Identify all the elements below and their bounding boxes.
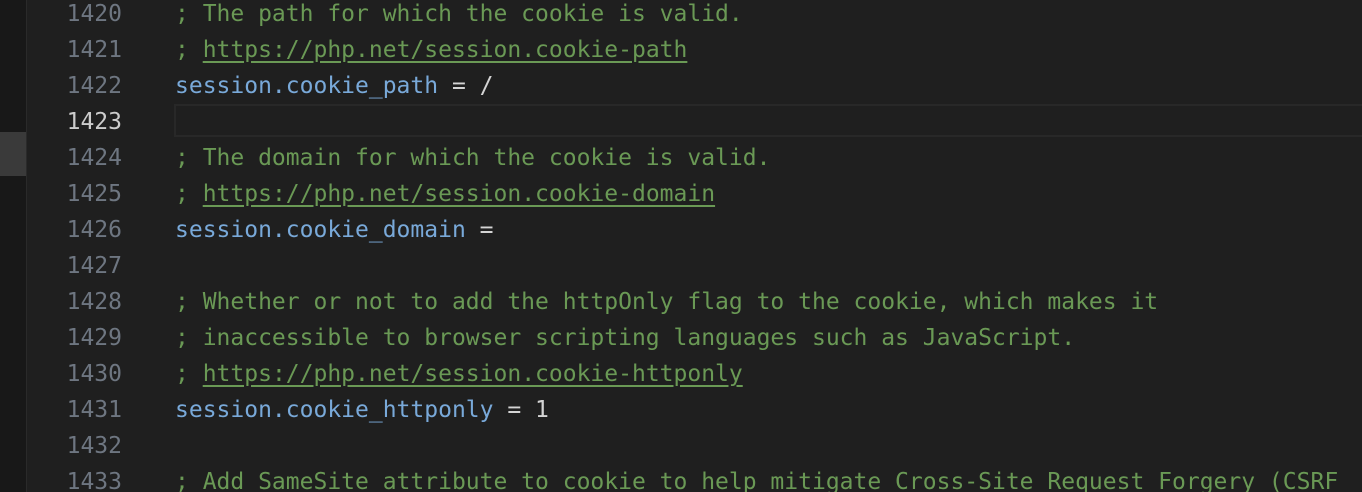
line-number: 1428 xyxy=(66,289,122,315)
line-number: 1432 xyxy=(66,433,122,459)
code-line[interactable]: ; The path for which the cookie is valid… xyxy=(175,0,1362,36)
line-number: 1422 xyxy=(66,73,122,99)
code-line[interactable]: session.cookie_path = / xyxy=(175,72,1362,108)
code-line[interactable]: ; https://php.net/session.cookie-domain xyxy=(175,180,1362,216)
code-editor[interactable]: 1420 1421 1422 1423 1424 1425 1426 1427 1428 1429… xyxy=(0,0,1362,492)
line-number: 1427 xyxy=(66,253,122,279)
comment-text: ; Add SameSite attribute to cookie to he… xyxy=(175,469,1339,492)
line-number: 1430 xyxy=(66,361,122,387)
doc-link[interactable]: https://php.net/session.cookie-httponly xyxy=(203,361,743,387)
comment-text: ; xyxy=(175,361,203,387)
config-key: session.cookie_domain xyxy=(175,217,466,243)
comment-text: ; The path for which the cookie is valid… xyxy=(175,1,743,27)
config-value: = / xyxy=(438,73,494,99)
config-key: session.cookie_httponly xyxy=(175,397,494,423)
comment-text: ; Whether or not to add the httpOnly fla… xyxy=(175,289,1159,315)
doc-link[interactable]: https://php.net/session.cookie-domain xyxy=(203,181,715,207)
line-number-gutter[interactable]: 1420 1421 1422 1423 1424 1425 1426 1427 1428 1429… xyxy=(27,0,122,492)
config-value: = 1 xyxy=(493,397,549,423)
comment-text: ; xyxy=(175,181,203,207)
line-number: 1431 xyxy=(66,397,122,423)
comment-text: ; inaccessible to browser scripting lang… xyxy=(175,325,1076,351)
line-number: 1433 xyxy=(66,469,122,492)
line-number: 1421 xyxy=(66,37,122,63)
config-value: = xyxy=(465,217,494,243)
config-key: session.cookie_path xyxy=(175,73,439,99)
code-line[interactable] xyxy=(175,252,1362,288)
line-number: 1429 xyxy=(66,325,122,351)
code-line[interactable] xyxy=(175,108,1362,144)
code-line[interactable]: ; Whether or not to add the httpOnly fla… xyxy=(175,288,1362,324)
line-number: 1423 xyxy=(66,109,122,135)
code-line[interactable]: ; https://php.net/session.cookie-httponl… xyxy=(175,360,1362,396)
comment-text: ; xyxy=(175,37,203,63)
code-line[interactable]: ; inaccessible to browser scripting lang… xyxy=(175,324,1362,360)
code-line[interactable]: session.cookie_httponly = 1 xyxy=(175,396,1362,432)
line-number: 1426 xyxy=(66,217,122,243)
line-number: 1425 xyxy=(66,181,122,207)
code-line[interactable]: ; Add SameSite attribute to cookie to he… xyxy=(175,468,1362,492)
doc-link[interactable]: https://php.net/session.cookie-path xyxy=(203,37,688,63)
line-number: 1424 xyxy=(66,145,122,171)
line-number: 1420 xyxy=(66,1,122,27)
active-marker xyxy=(0,132,26,176)
code-line[interactable]: ; https://php.net/session.cookie-path xyxy=(175,36,1362,72)
activity-strip xyxy=(0,0,27,492)
comment-text: ; The domain for which the cookie is val… xyxy=(175,145,771,171)
code-area[interactable]: ; The path for which the cookie is valid… xyxy=(175,0,1362,492)
code-line[interactable]: ; The domain for which the cookie is val… xyxy=(175,144,1362,180)
code-line[interactable]: session.cookie_domain = xyxy=(175,216,1362,252)
code-line[interactable] xyxy=(175,432,1362,468)
